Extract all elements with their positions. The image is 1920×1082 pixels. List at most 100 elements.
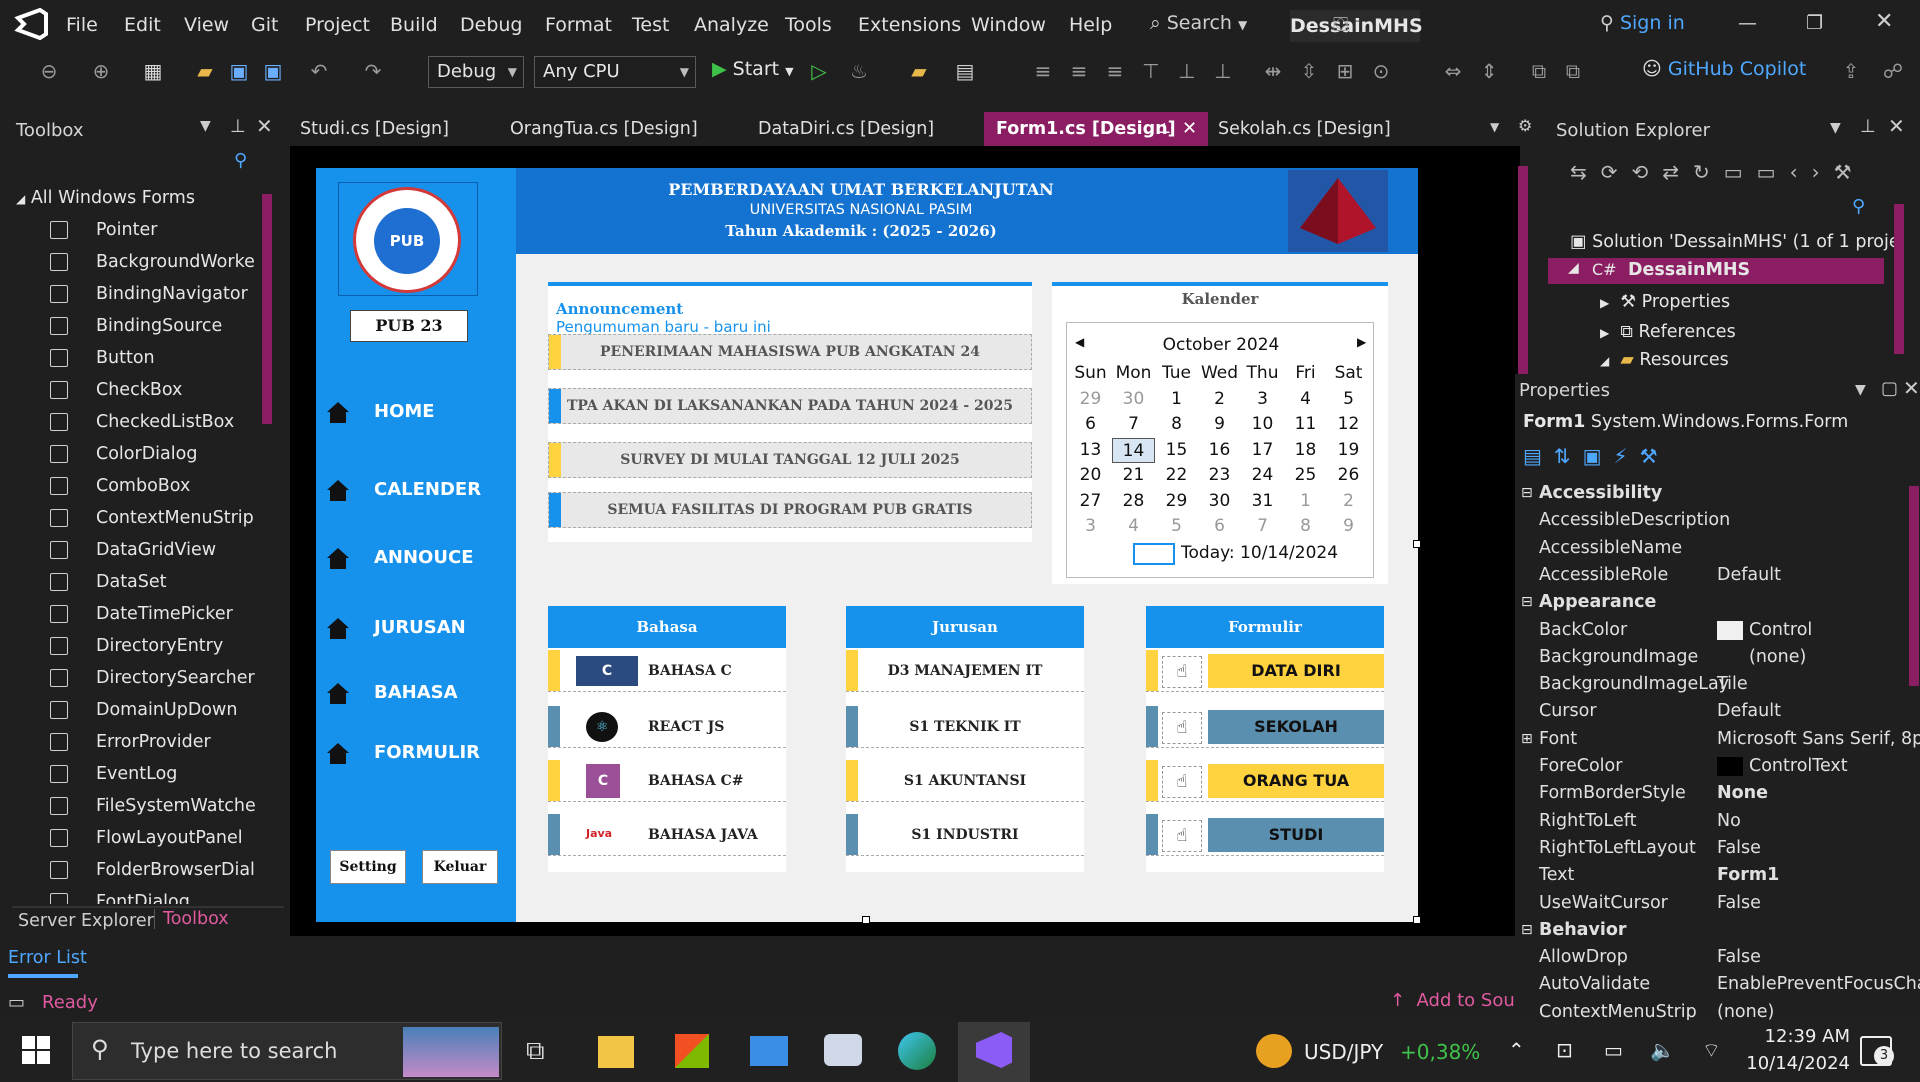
nav-item-jurusan[interactable]: JURUSAN (326, 608, 516, 648)
property-category[interactable]: ⊟ Behavior (1515, 917, 1915, 944)
toolbox-item[interactable]: DataGridView (16, 534, 256, 566)
calendar-day[interactable]: 7 (1112, 412, 1155, 437)
calendar-day[interactable]: 23 (1198, 463, 1241, 488)
calendar-day[interactable]: 16 (1198, 438, 1241, 463)
menu-tools[interactable]: Tools (785, 14, 832, 36)
project-node[interactable]: ◢ C# DessainMHS (1548, 258, 1884, 284)
zoom-icon[interactable]: ⊙ (1368, 58, 1394, 84)
property-value[interactable]: Default (1717, 562, 1781, 589)
open-folder-icon[interactable]: ▰ (192, 58, 218, 84)
toolbox-group-header[interactable]: ◢ All Windows Forms (16, 188, 195, 208)
property-row[interactable]: UseWaitCursor False (1515, 890, 1915, 917)
calendar-day[interactable]: 14 (1112, 437, 1155, 463)
property-value[interactable]: ControlText (1749, 753, 1848, 780)
solution-toolbar-icons[interactable]: ⇆⟳⟲⇄↻▭▭‹›⚒ (1570, 160, 1866, 184)
announcement-row[interactable]: SURVEY DI MULAI TANGGAL 12 JULI 2025 (548, 442, 1032, 478)
start-button[interactable]: ▶ Start ▼ (712, 58, 794, 80)
chevron-down-icon[interactable]: ▼ (200, 118, 211, 134)
wifi-icon[interactable]: ⌔ (1702, 1038, 1721, 1063)
toolbox-item[interactable]: BindingNavigator (16, 278, 256, 310)
microsoft-store-icon[interactable] (675, 1034, 709, 1068)
pin-icon[interactable]: ⊥ (230, 116, 246, 137)
tab-sekolah[interactable]: Sekolah.cs [Design] (1218, 112, 1391, 146)
nav-item-formulir[interactable]: FORMULIR (326, 733, 516, 773)
add-source-control[interactable]: ↑ Add to Sou (1390, 990, 1515, 1011)
property-value[interactable]: EnablePreventFocusCha (1717, 971, 1920, 998)
property-value[interactable]: (none) (1749, 644, 1806, 671)
calendar-day[interactable]: 1 (1155, 387, 1198, 412)
configuration-combo[interactable]: Debug ▼ (428, 56, 524, 88)
spacing-icon[interactable]: ⇔ (1440, 58, 1466, 84)
make-same-height-icon[interactable]: ⇳ (1296, 58, 1322, 84)
menu-debug[interactable]: Debug (460, 14, 522, 36)
resize-handle[interactable] (1413, 916, 1421, 924)
menu-project[interactable]: Project (305, 14, 370, 36)
month-calendar[interactable]: ◀ October 2024 ▶ Sun Mon Tue Wed Thu Fri Sat 29… (1066, 322, 1374, 578)
calendar-day[interactable]: 8 (1284, 514, 1327, 539)
list-item[interactable]: C BAHASA C# (548, 760, 786, 802)
calendar-day[interactable]: 12 (1327, 412, 1370, 437)
toolbox-item[interactable]: FolderBrowserDial... (16, 854, 256, 886)
github-copilot-button[interactable]: ☺ GitHub Copilot (1642, 58, 1806, 80)
nav-item-annouce[interactable]: ANNOUCE (326, 538, 516, 578)
tree-item-properties[interactable]: ▶ ⚒ Properties (1600, 292, 1730, 312)
tree-item-resources[interactable]: ◢ ▰ Resources (1600, 350, 1729, 370)
property-row[interactable]: BackgroundImage (none) (1515, 644, 1915, 671)
properties-object-selector[interactable]: Form1 System.Windows.Forms.Form (1523, 412, 1848, 432)
calendar-day[interactable]: 5 (1155, 514, 1198, 539)
property-row[interactable]: RightToLeft No (1515, 808, 1915, 835)
calendar-day[interactable]: 10 (1241, 412, 1284, 437)
tab-order-icon[interactable]: ⧉ (1560, 58, 1586, 84)
close-button[interactable]: ✕ (1875, 9, 1893, 34)
calendar-day[interactable]: 20 (1069, 463, 1112, 488)
properties-scrollbar[interactable] (1909, 486, 1919, 686)
toolbox-scrollbar[interactable] (262, 194, 272, 424)
tree-item-references[interactable]: ▶ ⧉ References (1600, 322, 1736, 342)
size-to-grid-icon[interactable]: ⊞ (1332, 58, 1358, 84)
vertical-spacing-icon[interactable]: ⇕ (1476, 58, 1502, 84)
chevron-down-icon[interactable]: ▼ (1490, 120, 1499, 134)
properties-toolbar-icons[interactable]: ▤⇅▣⚡⚒ (1523, 444, 1670, 468)
announcement-row[interactable]: PENERIMAAN MAHASISWA PUB ANGKATAN 24 (548, 334, 1032, 370)
property-row[interactable]: Text Form1 (1515, 862, 1915, 889)
gear-icon[interactable]: ⚙ (1518, 116, 1532, 135)
order-icon[interactable]: ⧉ (1526, 58, 1552, 84)
property-value[interactable]: None (1717, 780, 1768, 807)
menu-window[interactable]: Window (971, 14, 1046, 36)
calendar-day[interactable]: 8 (1155, 412, 1198, 437)
toolbox-item[interactable]: Pointer (16, 214, 256, 246)
calendar-day[interactable]: 9 (1327, 514, 1370, 539)
calendar-day[interactable]: 11 (1284, 412, 1327, 437)
calendar-day[interactable]: 18 (1284, 438, 1327, 463)
calendar-day[interactable]: 25 (1284, 463, 1327, 488)
calendar-day[interactable]: 31 (1241, 489, 1284, 514)
solution-root[interactable]: ▣ Solution 'DessainMHS' (1 of 1 proje (1570, 232, 1900, 252)
list-item[interactable]: Java BAHASA JAVA (548, 814, 786, 856)
property-row[interactable]: AccessibleRole Default (1515, 562, 1915, 589)
volume-icon[interactable]: 🔈 (1650, 1038, 1675, 1062)
layout-icon[interactable]: ▤ (952, 58, 978, 84)
clock[interactable]: 12:39 AM 10/14/2024 (1740, 1026, 1850, 1074)
browse-folder-icon[interactable]: ▰ (906, 58, 932, 84)
calendar-day[interactable]: 13 (1069, 438, 1112, 463)
toolbox-tab[interactable]: Toolbox (154, 909, 229, 929)
new-project-icon[interactable]: ▦ (140, 58, 166, 84)
toolbox-item[interactable]: DataSet (16, 566, 256, 598)
tab-orangtua[interactable]: OrangTua.cs [Design] (510, 112, 698, 146)
list-item[interactable]: D3 MANAJEMEN IT (846, 650, 1084, 692)
share-icon[interactable]: ⇪ (1838, 58, 1864, 84)
formulir-button-2[interactable]: ☝ ORANG TUA (1146, 760, 1384, 802)
menu-edit[interactable]: Edit (124, 14, 161, 36)
calendar-day[interactable]: 30 (1198, 489, 1241, 514)
nav-item-calender[interactable]: CALENDER (326, 470, 516, 510)
pin-icon[interactable]: ⊥ (1158, 112, 1171, 146)
property-value[interactable]: Tile (1717, 671, 1748, 698)
toolbox-item[interactable]: BackgroundWorker (16, 246, 256, 278)
menu-test[interactable]: Test (632, 14, 669, 36)
align-center-icon[interactable]: ≡ (1066, 58, 1092, 84)
property-value[interactable]: False (1717, 890, 1761, 917)
search-icon[interactable]: ⚲ (234, 150, 247, 171)
calendar-today[interactable]: Today: 10/14/2024 (1181, 543, 1338, 563)
calendar-day[interactable]: 3 (1241, 387, 1284, 412)
toolbox-item[interactable]: DirectoryEntry (16, 630, 256, 662)
